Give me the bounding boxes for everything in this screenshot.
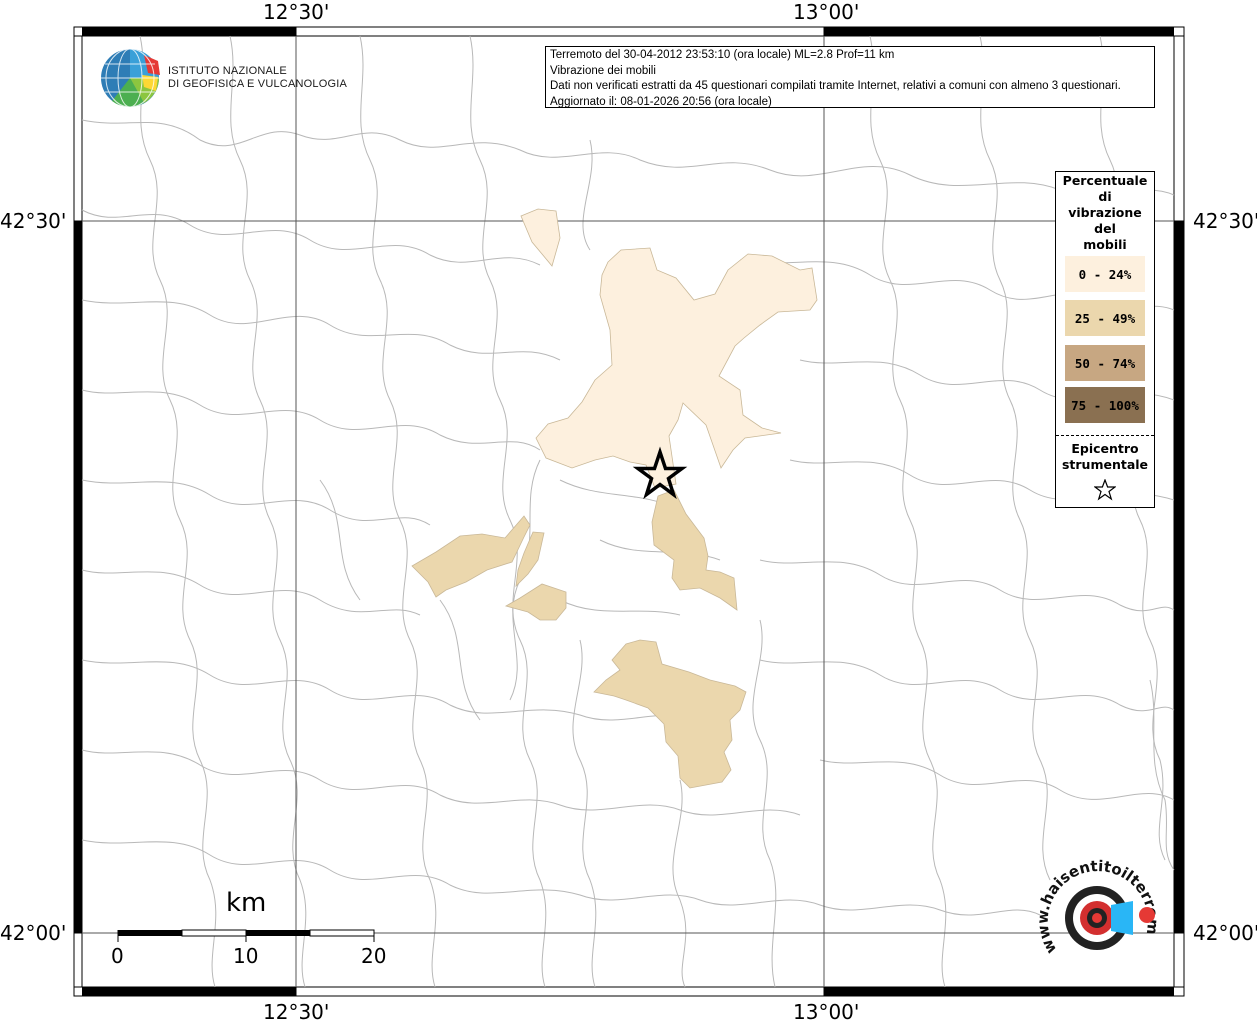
coord-bottom-1230: 12°30' — [263, 1000, 330, 1024]
coord-left-4200: 42°00' — [0, 921, 67, 945]
haisentito-logo[interactable]: www.haisentitoilterremoto.it — [1030, 841, 1165, 975]
legend-title: Percentuale di vibrazione del mobili — [1062, 173, 1148, 252]
event-info-box: Terremoto del 30-04-2012 23:53:10 (ora l… — [545, 46, 1155, 108]
star-icon — [1094, 479, 1116, 501]
legend: Percentuale di vibrazione del mobili 0 -… — [1055, 171, 1155, 508]
legend-divider — [1056, 435, 1154, 436]
coord-top-1300: 13°00' — [793, 0, 860, 24]
ingv-logo-line1: ISTITUTO NAZIONALE — [168, 65, 287, 77]
ingv-logo: ISTITUTO NAZIONALE DI GEOFISICA E VULCAN… — [100, 47, 347, 111]
event-info-data-note: Dati non verificati estratti da 45 quest… — [550, 80, 1121, 92]
coord-top-1230: 12°30' — [263, 0, 330, 24]
legend-swatch-0-24: 0 - 24% — [1065, 256, 1145, 292]
coord-bottom-1300: 13°00' — [793, 1000, 860, 1024]
legend-epicenter-label: Epicentro strumentale — [1061, 441, 1149, 472]
scale-title: km — [226, 888, 267, 918]
legend-swatch-50-74: 50 - 74% — [1065, 345, 1145, 381]
event-info-updated: Aggiornato il: 08-01-2026 20:56 (ora loc… — [550, 95, 772, 108]
scale-label-10: 10 — [233, 944, 259, 968]
scale-label-0: 0 — [111, 944, 124, 968]
legend-swatch-75-100: 75 - 100% — [1065, 387, 1145, 423]
haisentito-target-icon: www.haisentitoilterremoto.it — [1030, 841, 1162, 957]
scale-label-20: 20 — [361, 944, 387, 968]
coord-right-4230: 42°30' — [1193, 209, 1257, 233]
ingv-logo-line2: DI GEOFISICA E VULCANOLOGIA — [168, 78, 347, 90]
coord-right-4200: 42°00' — [1193, 921, 1257, 945]
coord-left-4230: 42°30' — [0, 209, 67, 233]
event-info-parameter: Vibrazione dei mobili — [550, 64, 656, 77]
ingv-globe-icon — [101, 48, 160, 108]
legend-swatch-25-49: 25 - 49% — [1065, 300, 1145, 336]
event-info-line: Terremoto del 30-04-2012 23:53:10 (ora l… — [550, 49, 895, 61]
